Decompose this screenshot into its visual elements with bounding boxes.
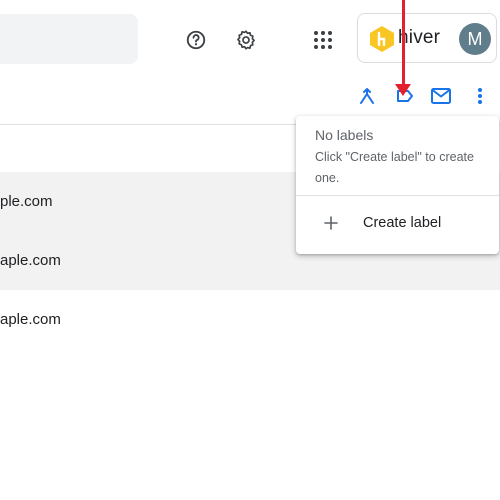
mail-icon[interactable] bbox=[429, 84, 453, 108]
email-address: ple.com bbox=[0, 193, 53, 210]
help-icon[interactable] bbox=[182, 26, 210, 54]
email-address: aple.com bbox=[0, 311, 61, 328]
avatar[interactable]: M bbox=[459, 23, 491, 55]
hiver-account-chip[interactable]: hiver M bbox=[357, 13, 497, 63]
split-icon[interactable] bbox=[355, 84, 379, 108]
label-menu-title: No labels bbox=[315, 127, 374, 143]
create-label-text: Create label bbox=[363, 215, 442, 231]
avatar-initial: M bbox=[467, 28, 483, 49]
menu-divider bbox=[296, 195, 499, 196]
more-vert-icon[interactable] bbox=[468, 84, 492, 108]
create-label-button[interactable]: Create label bbox=[296, 205, 499, 243]
list-item[interactable]: aple.com bbox=[0, 290, 500, 349]
label-menu-description: Click "Create label" to create one. bbox=[315, 150, 474, 185]
annotation-arrow-head bbox=[395, 84, 411, 96]
annotation-arrow-line bbox=[402, 0, 405, 88]
label-menu: No labels Click "Create label" to create… bbox=[296, 116, 499, 254]
hiver-logo-icon bbox=[368, 25, 396, 53]
settings-icon[interactable] bbox=[232, 26, 260, 54]
email-address: aple.com bbox=[0, 252, 61, 269]
search-bar[interactable] bbox=[0, 14, 138, 64]
plus-icon bbox=[323, 215, 339, 231]
apps-grid-icon[interactable] bbox=[309, 26, 337, 54]
